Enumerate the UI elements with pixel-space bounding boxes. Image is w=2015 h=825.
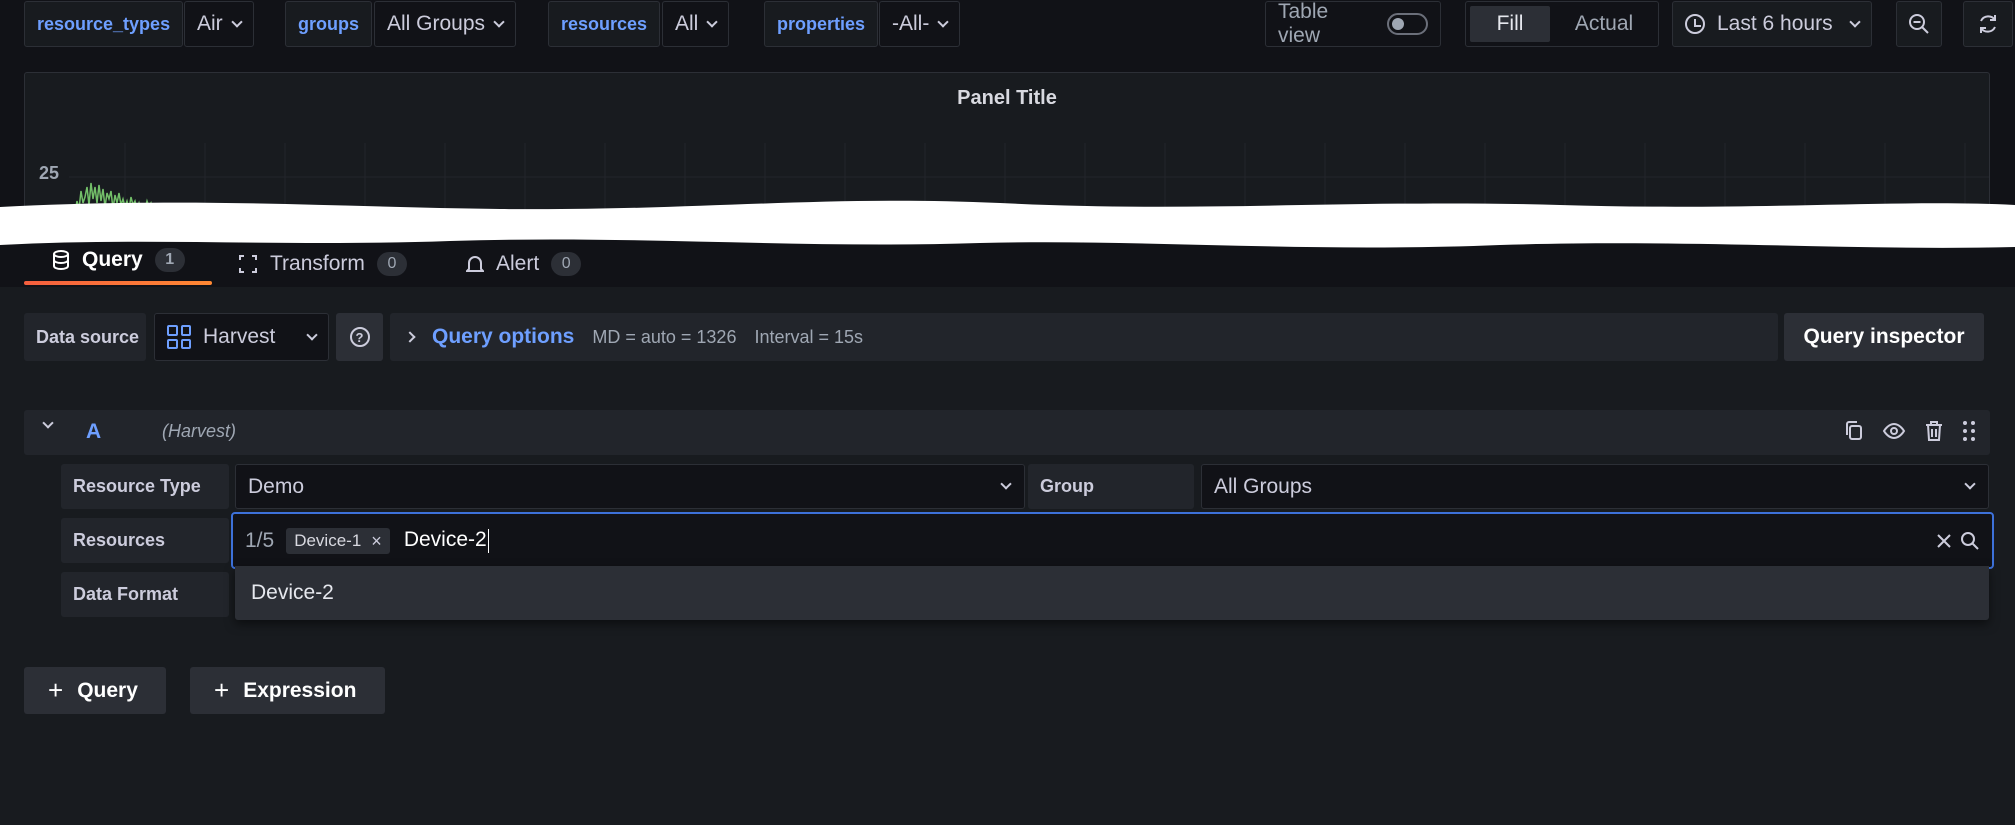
variable-label-properties: properties: [764, 1, 879, 47]
table-view-label: Table view: [1278, 0, 1329, 47]
refresh-button[interactable]: [1963, 1, 2013, 47]
toggle-switch[interactable]: [1387, 13, 1428, 35]
panel-title: Panel Title: [957, 87, 1057, 109]
group-select[interactable]: All Groups: [1201, 464, 1989, 509]
dropdown-option[interactable]: Device-2: [251, 581, 334, 605]
tab-count-badge: 0: [551, 252, 582, 276]
resource-type-value: Demo: [248, 474, 305, 498]
variable-select-resource-types[interactable]: Air: [184, 1, 254, 47]
chevron-down-icon: [1849, 15, 1861, 28]
datasource-value: Harvest: [203, 325, 276, 348]
query-options-interval: Interval = 15s: [754, 326, 864, 347]
active-tab-indicator: [24, 281, 212, 285]
resources-dropdown-menu: Device-2: [235, 566, 1989, 620]
datasource-picker[interactable]: Harvest: [154, 313, 329, 361]
tab-count-badge: 1: [154, 248, 185, 272]
database-icon: [53, 250, 69, 270]
harvest-logo-icon: [167, 325, 191, 349]
add-query-button[interactable]: + Query: [24, 667, 166, 714]
tab-count-badge: 0: [376, 252, 407, 276]
clock-icon: [1685, 14, 1705, 34]
resource-type-label: Resource Type: [61, 464, 229, 509]
time-range-picker[interactable]: Last 6 hours: [1672, 1, 1872, 47]
tab-query[interactable]: Query 1: [52, 242, 185, 278]
query-options-toggle[interactable]: Query options MD = auto = 1326 Interval …: [390, 313, 1778, 361]
resources-label: Resources: [61, 518, 229, 563]
variable-select-properties[interactable]: -All-: [879, 1, 961, 47]
query-row-header: A (Harvest): [24, 410, 1990, 455]
zoom-out-button[interactable]: [1896, 1, 1942, 47]
transform-icon: [239, 255, 257, 273]
bell-icon: [466, 256, 484, 272]
query-row-actions: [1844, 420, 1976, 442]
resource-type-select[interactable]: Demo: [235, 464, 1025, 509]
variable-select-resources[interactable]: All: [662, 1, 730, 47]
chevron-down-icon: [306, 328, 318, 341]
chip-label: Device-1: [294, 530, 362, 550]
query-inspector-button[interactable]: Query inspector: [1784, 313, 1984, 361]
question-icon: ?: [349, 327, 370, 347]
duplicate-icon[interactable]: [1844, 420, 1864, 442]
add-query-label: Query: [77, 678, 138, 702]
variable-value: All Groups: [387, 12, 486, 35]
trash-icon[interactable]: [1924, 420, 1944, 442]
chevron-down-icon: [1964, 478, 1976, 490]
collapse-chevron-icon[interactable]: [42, 417, 54, 429]
query-row-datasource: (Harvest): [162, 421, 237, 441]
chevron-down-icon: [231, 15, 243, 28]
y-axis-tick: 25: [39, 163, 60, 183]
time-range-label: Last 6 hours: [1717, 12, 1833, 35]
fill-actual-switch: Fill Actual: [1465, 1, 1659, 47]
query-options-title: Query options: [432, 325, 575, 348]
variable-value: All: [675, 12, 699, 35]
selection-count: 1/5: [245, 528, 275, 552]
table-view-toggle[interactable]: Table view: [1265, 0, 1441, 47]
variable-label-resource-types: resource_types: [24, 1, 184, 47]
variable-label-resources: resources: [548, 1, 661, 47]
query-row-letter[interactable]: A: [86, 420, 101, 444]
tab-label: Query: [82, 248, 143, 271]
variable-value: Air: [197, 12, 223, 35]
tab-transform[interactable]: Transform 0: [238, 246, 407, 282]
add-expression-button[interactable]: + Expression: [190, 667, 385, 714]
panel-preview: Panel Title 25: [24, 72, 1990, 212]
remove-chip-icon[interactable]: ×: [371, 532, 382, 550]
resources-search-input[interactable]: Device-2: [403, 528, 489, 553]
variable-select-groups[interactable]: All Groups: [374, 1, 517, 47]
actual-button[interactable]: Actual: [1554, 6, 1654, 42]
datasource-help-button[interactable]: ?: [336, 313, 383, 361]
zoom-out-icon: [1909, 14, 1929, 34]
refresh-icon: [1980, 15, 1996, 33]
typed-text: Device-2: [403, 528, 487, 552]
selected-chip: Device-1 ×: [286, 527, 390, 554]
chevron-down-icon: [706, 15, 719, 28]
add-expression-label: Expression: [243, 678, 357, 702]
variable-value: -All-: [892, 12, 930, 35]
toggle-knob: [1392, 18, 1405, 30]
variable-label-groups: groups: [285, 1, 372, 47]
query-options-md: MD = auto = 1326: [592, 326, 737, 347]
data-format-label: Data Format: [61, 572, 229, 617]
group-value: All Groups: [1214, 474, 1313, 498]
group-label: Group: [1028, 464, 1194, 509]
tab-alert[interactable]: Alert 0: [466, 246, 582, 282]
tab-label: Alert: [496, 252, 540, 275]
chevron-down-icon: [937, 15, 949, 28]
clear-icon[interactable]: [1936, 533, 1952, 549]
fill-button[interactable]: Fill: [1470, 6, 1550, 42]
chevron-right-icon: [404, 331, 416, 343]
resources-multiselect[interactable]: 1/5 Device-1 × Device-2: [231, 512, 1994, 569]
datasource-label: Data source: [24, 313, 146, 361]
drag-handle-icon[interactable]: [1962, 420, 1976, 442]
plus-icon: +: [214, 674, 230, 705]
chevron-down-icon: [1000, 478, 1012, 490]
eye-icon[interactable]: [1882, 421, 1906, 441]
search-icon: [1961, 531, 1979, 550]
chevron-down-icon: [493, 15, 505, 28]
plus-icon: +: [48, 674, 64, 705]
text-caret: [487, 528, 489, 553]
tab-label: Transform: [270, 252, 365, 275]
input-actions: [1936, 531, 1980, 551]
